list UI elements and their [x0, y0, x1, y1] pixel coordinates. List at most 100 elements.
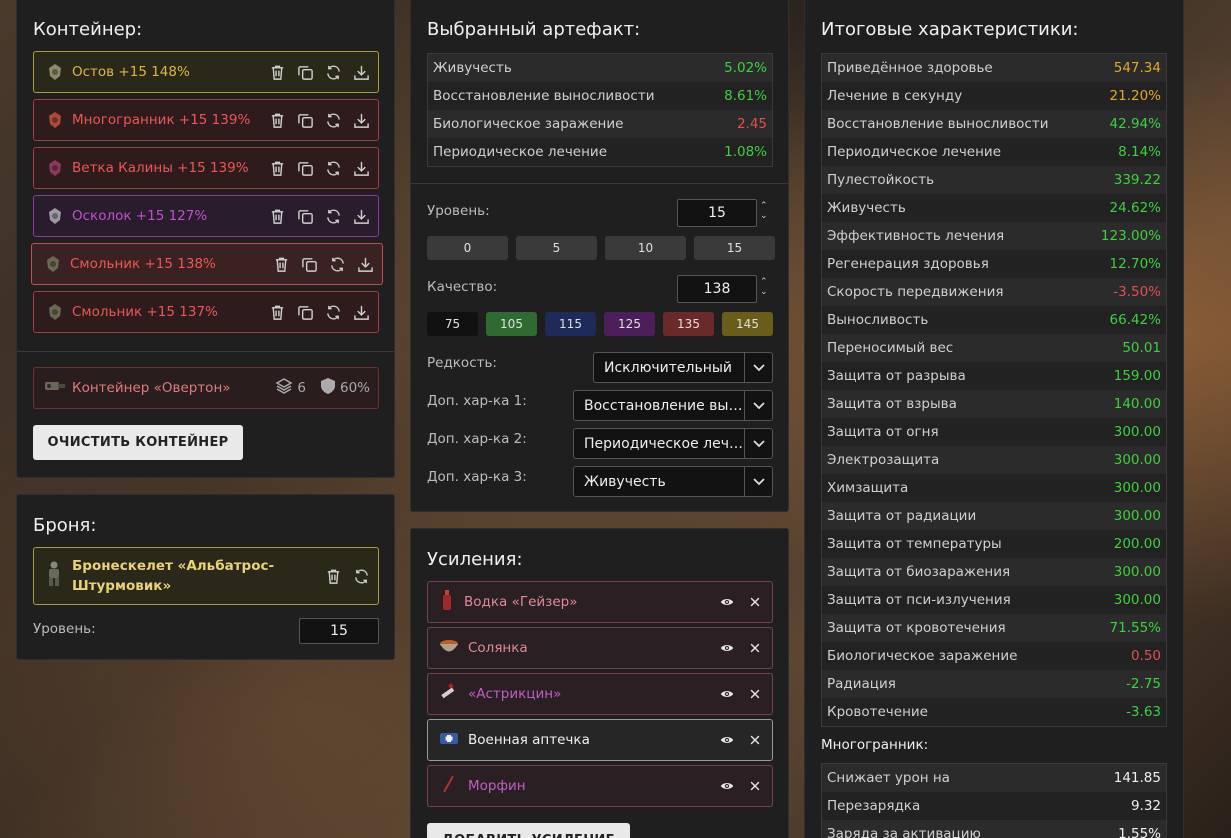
- rarity-select[interactable]: Исключительный: [593, 352, 773, 383]
- artifact-label: Смольник +15 137%: [72, 304, 218, 320]
- stat-name: Переносимый вес: [827, 340, 954, 356]
- stat-row: Приведённое здоровье 547.34: [822, 54, 1166, 82]
- stat-name: Регенерация здоровья: [827, 256, 989, 272]
- stat-name: Живучесть: [827, 200, 906, 216]
- trash-icon[interactable]: [268, 63, 286, 81]
- download-icon[interactable]: [352, 111, 370, 129]
- artifact-row[interactable]: Смольник +15 137%: [33, 291, 379, 333]
- chevron-down-icon[interactable]: ⌄: [760, 287, 768, 297]
- artifact-label: Многогранник +15 139%: [72, 112, 251, 128]
- close-icon[interactable]: [746, 593, 764, 611]
- quality-preset-chip[interactable]: 125: [604, 312, 655, 336]
- quality-preset-chip[interactable]: 75: [427, 312, 478, 336]
- stat-row: Снижает урон на 141.85: [822, 764, 1166, 792]
- download-icon[interactable]: [352, 159, 370, 177]
- stat-value: 1.08%: [724, 144, 767, 160]
- artifact-actions: [268, 303, 370, 321]
- quality-preset-chip[interactable]: 115: [545, 312, 596, 336]
- copy-icon[interactable]: [296, 63, 314, 81]
- stat-row: Периодическое лечение 8.14%: [822, 138, 1166, 166]
- extra3-select[interactable]: Живучесть: [573, 466, 773, 497]
- eye-icon[interactable]: [718, 593, 736, 611]
- quality-spinner[interactable]: ⌃ ⌄: [760, 277, 768, 297]
- trash-icon[interactable]: [268, 159, 286, 177]
- artifact-row[interactable]: Смольник +15 138%: [31, 243, 383, 285]
- copy-icon[interactable]: [296, 207, 314, 225]
- level-preset-chip[interactable]: 15: [694, 236, 775, 260]
- armor-item-row[interactable]: Бронескелет «Альбатрос- Штурмовик»: [33, 547, 379, 605]
- chevron-up-icon[interactable]: ⌃: [760, 277, 768, 287]
- armor-actions: [324, 567, 370, 585]
- stat-row: Защита от радиации 300.00: [822, 502, 1166, 530]
- level-preset-chip[interactable]: 5: [516, 236, 597, 260]
- trash-icon[interactable]: [324, 567, 342, 585]
- boost-row[interactable]: Водка «Гейзер»: [427, 581, 773, 623]
- download-icon[interactable]: [356, 255, 374, 273]
- download-icon[interactable]: [352, 207, 370, 225]
- boost-actions: [718, 593, 764, 611]
- copy-icon[interactable]: [296, 111, 314, 129]
- level-spinner[interactable]: ⌃ ⌄: [760, 201, 768, 221]
- artifact-row[interactable]: Многогранник +15 139%: [33, 99, 379, 141]
- refresh-icon[interactable]: [324, 111, 342, 129]
- artifact-stats-table: Живучесть 5.02% Восстановление выносливост…: [427, 53, 773, 167]
- stat-row: Живучесть 24.62%: [822, 194, 1166, 222]
- artifact-level-input[interactable]: 15: [677, 199, 757, 227]
- extra2-select[interactable]: Периодическое лечение: [573, 428, 773, 459]
- shield-icon: [320, 377, 336, 399]
- stat-value: 339.22: [1113, 172, 1161, 188]
- chevron-down-icon[interactable]: ⌄: [760, 211, 768, 221]
- artifact-actions: [268, 111, 370, 129]
- boost-row[interactable]: «Астрикцин»: [427, 673, 773, 715]
- smolnik-artifact-icon: [42, 253, 64, 275]
- copy-icon[interactable]: [296, 159, 314, 177]
- refresh-icon[interactable]: [324, 159, 342, 177]
- trash-icon[interactable]: [268, 207, 286, 225]
- close-icon[interactable]: [746, 685, 764, 703]
- trash-icon[interactable]: [268, 303, 286, 321]
- stat-row: Электрозащита 300.00: [822, 446, 1166, 474]
- stat-row: Перезарядка 9.32: [822, 792, 1166, 820]
- ostov-artifact-icon: [44, 61, 66, 83]
- artifact-row[interactable]: Ветка Калины +15 139%: [33, 147, 379, 189]
- eye-icon[interactable]: [718, 777, 736, 795]
- eye-icon[interactable]: [718, 685, 736, 703]
- extra1-select[interactable]: Восстановление выносливости: [573, 390, 773, 421]
- armor-level-input[interactable]: 15: [299, 618, 379, 644]
- chevron-up-icon[interactable]: ⌃: [760, 201, 768, 211]
- container-item-row[interactable]: Контейнер «Овертон» 6 60%: [33, 367, 379, 409]
- refresh-icon[interactable]: [352, 567, 370, 585]
- copy-icon[interactable]: [296, 303, 314, 321]
- close-icon[interactable]: [746, 639, 764, 657]
- extra2-label: Доп. хар-ка 2:: [427, 431, 527, 447]
- boost-row[interactable]: Военная аптечка: [427, 719, 773, 761]
- refresh-icon[interactable]: [324, 63, 342, 81]
- quality-presets: 75 105 115 125 135 145: [427, 312, 773, 336]
- refresh-icon[interactable]: [324, 207, 342, 225]
- eye-icon[interactable]: [718, 731, 736, 749]
- refresh-icon[interactable]: [328, 255, 346, 273]
- artifact-row[interactable]: Осколок +15 127%: [33, 195, 379, 237]
- quality-preset-chip[interactable]: 105: [486, 312, 537, 336]
- add-boost-button[interactable]: ДОБАВИТЬ УСИЛЕНИЕ: [427, 823, 630, 838]
- refresh-icon[interactable]: [324, 303, 342, 321]
- artifact-row[interactable]: Остов +15 148%: [33, 51, 379, 93]
- quality-preset-chip[interactable]: 145: [722, 312, 773, 336]
- stat-row: Защита от температуры 200.00: [822, 530, 1166, 558]
- clear-container-button[interactable]: ОЧИСТИТЬ КОНТЕЙНЕР: [33, 425, 243, 460]
- copy-icon[interactable]: [300, 255, 318, 273]
- close-icon[interactable]: [746, 731, 764, 749]
- boost-actions: [718, 685, 764, 703]
- quality-preset-chip[interactable]: 135: [663, 312, 714, 336]
- close-icon[interactable]: [746, 777, 764, 795]
- trash-icon[interactable]: [268, 111, 286, 129]
- artifact-quality-input[interactable]: 138: [677, 275, 757, 303]
- trash-icon[interactable]: [272, 255, 290, 273]
- download-icon[interactable]: [352, 63, 370, 81]
- boost-row[interactable]: Солянка: [427, 627, 773, 669]
- download-icon[interactable]: [352, 303, 370, 321]
- boost-row[interactable]: Морфин: [427, 765, 773, 807]
- eye-icon[interactable]: [718, 639, 736, 657]
- level-preset-chip[interactable]: 10: [605, 236, 686, 260]
- level-preset-chip[interactable]: 0: [427, 236, 508, 260]
